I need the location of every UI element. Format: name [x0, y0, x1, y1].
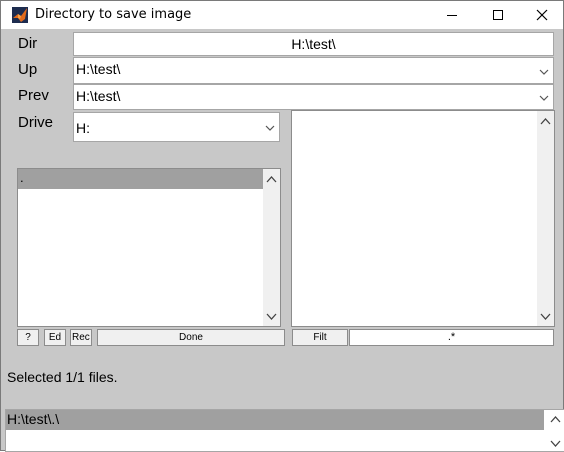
up-dropdown[interactable]: H:\test\: [73, 57, 554, 84]
done-button[interactable]: Done: [97, 329, 285, 346]
minimize-icon: [447, 15, 457, 16]
dir-value: H:\test\: [291, 36, 336, 52]
dir-label: Dir: [18, 35, 38, 52]
prev-value: H:\test\: [76, 88, 121, 104]
chevron-down-icon: [539, 69, 549, 75]
selected-file-label: H:\test\.\: [7, 411, 60, 427]
dir-field[interactable]: H:\test\: [73, 32, 554, 56]
list-item[interactable]: .: [18, 169, 263, 189]
up-value: H:\test\: [76, 61, 121, 77]
scroll-up-icon[interactable]: [540, 117, 551, 125]
minimize-button[interactable]: [429, 1, 475, 29]
rec-button[interactable]: Rec: [70, 329, 92, 346]
scroll-down-icon[interactable]: [540, 313, 551, 321]
scroll-down-icon[interactable]: [266, 313, 277, 321]
filter-value: .*: [447, 331, 456, 343]
close-icon: [536, 9, 548, 21]
status-text: Selected 1/1 files.: [7, 369, 118, 385]
file-scrollbar[interactable]: [537, 111, 554, 326]
maximize-button[interactable]: [475, 1, 521, 29]
chevron-down-icon: [265, 125, 275, 131]
selected-files-listbox[interactable]: H:\test\.\: [5, 409, 564, 452]
drive-label: Drive: [18, 114, 54, 131]
selected-files-scrollbar[interactable]: [547, 410, 564, 451]
scroll-down-icon[interactable]: [550, 440, 561, 448]
matlab-logo-icon: [12, 7, 28, 23]
directory-listbox[interactable]: .: [17, 168, 281, 327]
title-bar: Directory to save image: [1, 1, 563, 29]
file-listbox[interactable]: [291, 110, 555, 327]
drive-dropdown[interactable]: H:: [73, 112, 280, 142]
scroll-up-icon[interactable]: [266, 175, 277, 183]
directory-dialog-window: Directory to save image Dir H:\test\ Up …: [0, 0, 564, 452]
help-button[interactable]: ?: [17, 329, 39, 346]
prev-dropdown[interactable]: H:\test\: [73, 84, 554, 110]
close-button[interactable]: [519, 1, 564, 29]
filter-input[interactable]: .*: [349, 329, 554, 346]
maximize-icon: [493, 10, 503, 20]
scroll-up-icon[interactable]: [550, 415, 561, 423]
drive-value: H:: [76, 120, 90, 136]
list-item[interactable]: H:\test\.\: [6, 410, 544, 430]
prev-label: Prev: [18, 87, 49, 104]
up-label: Up: [18, 61, 38, 78]
filter-button[interactable]: Filt: [292, 329, 348, 346]
edit-button[interactable]: Ed: [44, 329, 66, 346]
window-title: Directory to save image: [35, 7, 192, 22]
chevron-down-icon: [539, 95, 549, 101]
list-item-label: .: [20, 170, 24, 185]
directory-scrollbar[interactable]: [263, 169, 280, 326]
